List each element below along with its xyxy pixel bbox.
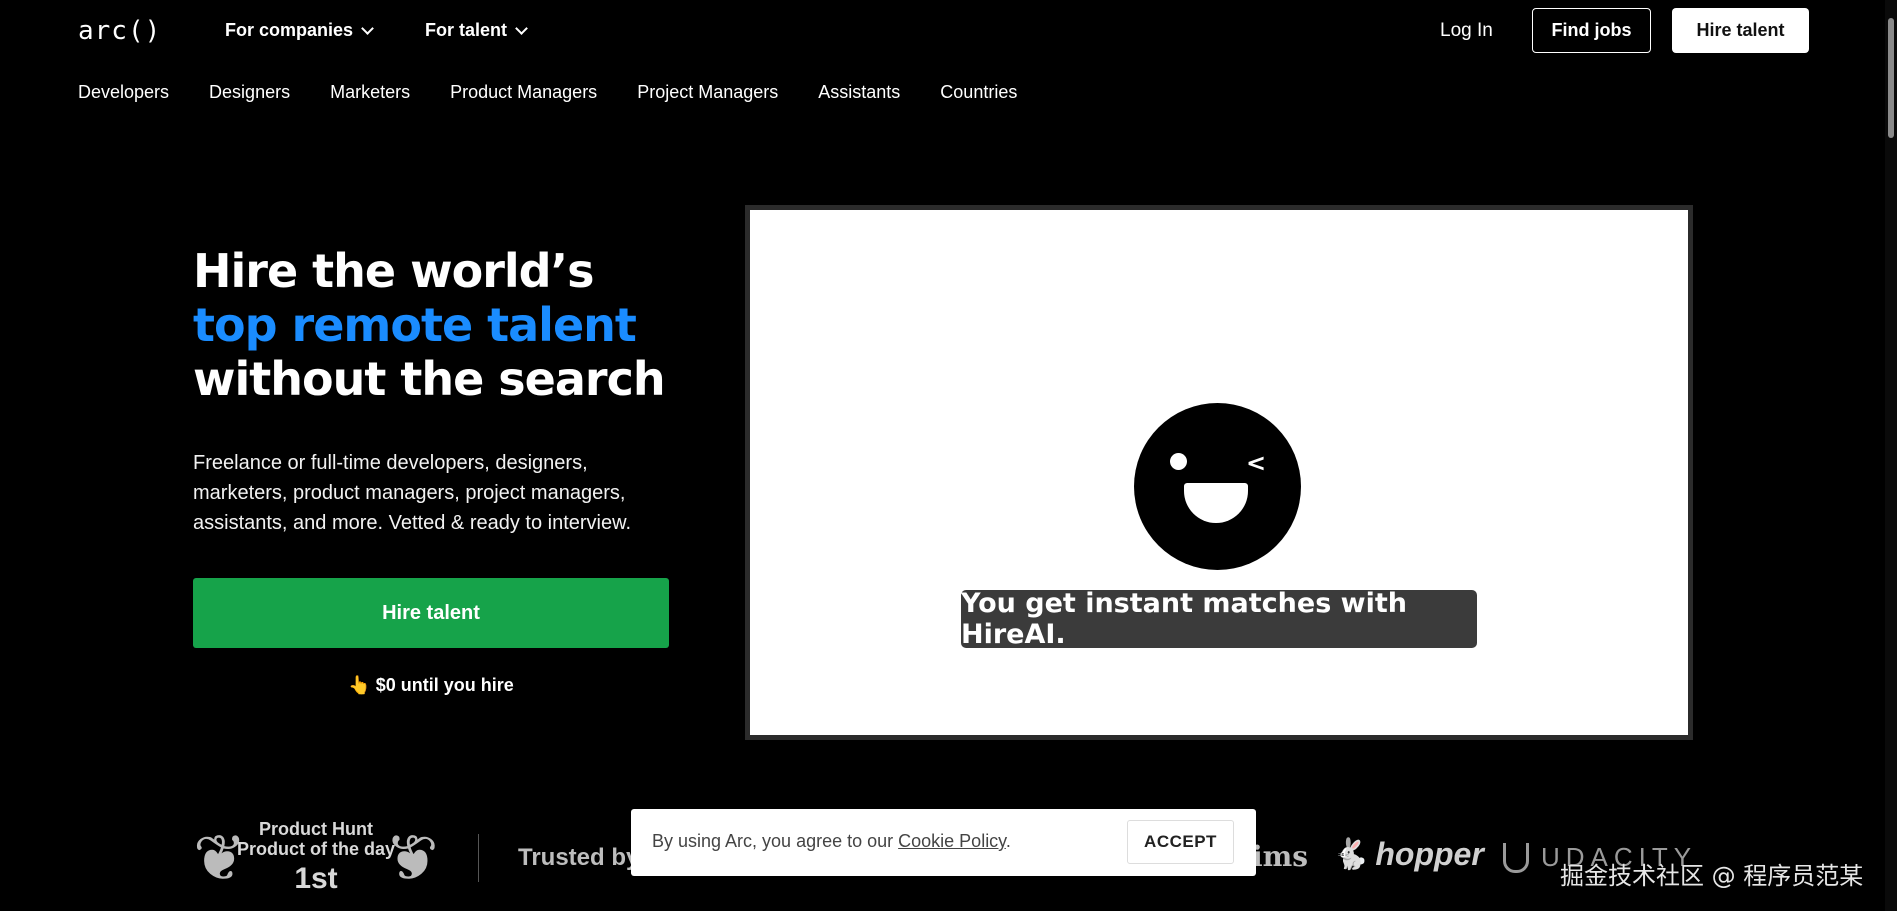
category-marketers[interactable]: Marketers bbox=[330, 82, 410, 103]
smiley-mouth bbox=[1184, 483, 1248, 523]
cookie-text-suffix: . bbox=[1005, 831, 1011, 851]
cookie-text: By using Arc, you agree to our Cookie Po… bbox=[652, 831, 1011, 852]
chevron-down-icon bbox=[515, 21, 528, 35]
cookie-text-prefix: By using Arc, you agree to our bbox=[652, 831, 899, 851]
watermark: 掘金技术社区 @ 程序员范某 bbox=[1560, 862, 1864, 890]
ims-logo: ims bbox=[1252, 840, 1309, 873]
divider bbox=[478, 834, 479, 882]
nav-for-companies[interactable]: For companies bbox=[225, 20, 374, 41]
category-assistants[interactable]: Assistants bbox=[818, 82, 900, 103]
category-project-managers[interactable]: Project Managers bbox=[637, 82, 778, 103]
category-designers[interactable]: Designers bbox=[209, 82, 290, 103]
cookie-banner: By using Arc, you agree to our Cookie Po… bbox=[631, 809, 1256, 876]
cta-note-text: $0 until you hire bbox=[375, 675, 514, 695]
smiley-eye bbox=[1170, 453, 1187, 470]
hopper-logo: 🐇 hopper bbox=[1332, 836, 1484, 873]
nav-for-companies-label: For companies bbox=[225, 20, 354, 40]
hero-title: Hire the world’s top remote talent witho… bbox=[193, 244, 666, 406]
login-link[interactable]: Log In bbox=[1440, 20, 1493, 42]
top-bar: arc() For companies For talent Log In Fi… bbox=[0, 0, 1897, 62]
badge-line2: Product of the day bbox=[236, 839, 395, 859]
hero-title-line2: top remote talent bbox=[193, 298, 637, 352]
badge-line1: Product Hunt bbox=[259, 819, 373, 839]
find-jobs-button[interactable]: Find jobs bbox=[1532, 8, 1651, 53]
udacity-u-icon bbox=[1503, 842, 1529, 873]
smiley-wink: < bbox=[1246, 449, 1267, 477]
hire-talent-header-button[interactable]: Hire talent bbox=[1672, 8, 1809, 53]
category-developers[interactable]: Developers bbox=[78, 82, 169, 103]
rabbit-icon: 🐇 bbox=[1332, 838, 1370, 871]
nav-for-talent-label: For talent bbox=[425, 20, 508, 40]
trusted-by-label: Trusted by bbox=[518, 844, 640, 871]
pointing-up-icon: 👆 bbox=[348, 675, 371, 695]
hero-description: Freelance or full-time developers, desig… bbox=[193, 452, 632, 534]
accept-cookies-button[interactable]: ACCEPT bbox=[1127, 820, 1234, 864]
cookie-policy-link[interactable]: Cookie Policy bbox=[898, 831, 1006, 851]
winking-smiley-icon: < bbox=[1134, 403, 1301, 570]
hire-talent-cta-button[interactable]: Hire talent bbox=[193, 578, 669, 648]
category-nav: Developers Designers Marketers Product M… bbox=[78, 82, 1057, 103]
hero-title-line1: Hire the world’s bbox=[193, 244, 594, 298]
product-hunt-badge[interactable]: ❦ ❦ Product Hunt Product of the day 1st bbox=[193, 818, 439, 898]
arc-logo[interactable]: arc() bbox=[78, 16, 161, 46]
nav-for-talent[interactable]: For talent bbox=[425, 20, 528, 41]
category-countries[interactable]: Countries bbox=[940, 82, 1017, 103]
page-scrollbar[interactable] bbox=[1885, 0, 1897, 911]
hopper-wordmark: hopper bbox=[1375, 836, 1484, 872]
cta-note: 👆 $0 until you hire bbox=[193, 675, 669, 696]
badge-rank: 1st bbox=[294, 862, 338, 895]
category-product-managers[interactable]: Product Managers bbox=[450, 82, 597, 103]
hero-title-line3: without the search bbox=[193, 352, 666, 406]
video-caption: You get instant matches with HireAI. bbox=[961, 588, 1477, 650]
chevron-down-icon bbox=[361, 21, 374, 35]
scrollbar-thumb[interactable] bbox=[1888, 18, 1894, 138]
